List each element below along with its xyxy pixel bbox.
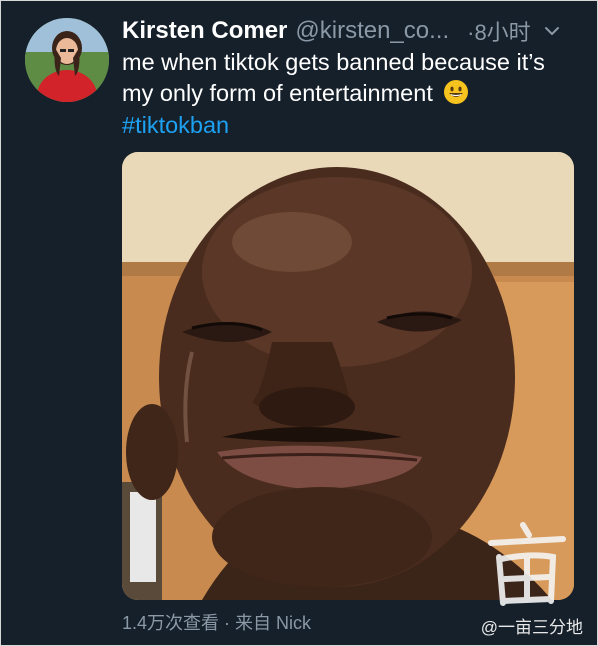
tweet-meta: 1.4万次查看 · 来自 Nick	[122, 613, 312, 633]
tweet-header: Kirsten Comer @kirsten_co... ·8小时	[122, 15, 582, 47]
watermark-seal-logo	[471, 515, 581, 615]
tweet-time[interactable]: ·8小时	[467, 15, 531, 47]
tweet-body: me when tiktok gets banned because it’s …	[122, 49, 545, 106]
author-name[interactable]: Kirsten Comer	[122, 17, 287, 45]
grinning-face-emoji-icon	[443, 79, 469, 105]
tweet-card[interactable]: Kirsten Comer @kirsten_co... ·8小时 me whe…	[0, 0, 598, 646]
tweet-text: me when tiktok gets banned because it’s …	[122, 47, 582, 109]
chevron-down-icon[interactable]	[543, 22, 561, 40]
author-handle[interactable]: @kirsten_co...	[295, 17, 449, 45]
watermark-text: @一亩三分地	[480, 618, 583, 637]
avatar[interactable]	[25, 18, 109, 102]
hashtag-link[interactable]: #tiktokban	[122, 110, 229, 141]
